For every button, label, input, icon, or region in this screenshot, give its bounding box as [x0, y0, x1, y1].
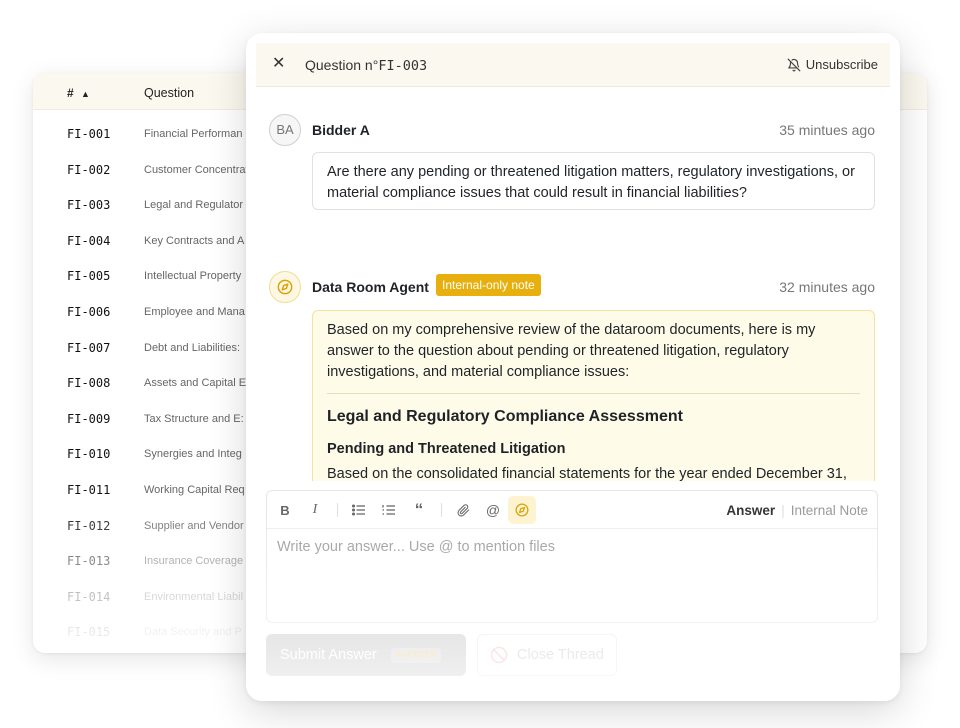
question-title: Legal and Regulator [144, 199, 244, 212]
message-body: Based on my comprehensive review of the … [312, 310, 875, 500]
unsubscribe-button[interactable]: Unsubscribe [787, 57, 878, 72]
question-id: FI-014 [67, 589, 111, 604]
question-id: FI-012 [67, 518, 111, 533]
sender-name: Bidder A [312, 122, 370, 138]
question-id: FI-003 [378, 58, 428, 74]
question-id: FI-008 [67, 376, 111, 391]
question-id: FI-004 [67, 233, 111, 248]
question-id: FI-015 [67, 625, 111, 640]
close-icon[interactable]: ✕ [272, 55, 285, 73]
agent-heading: Legal and Regulatory Compliance Assessme… [327, 408, 683, 425]
mode-divider: | [781, 503, 785, 518]
message-body: Are there any pending or threatened liti… [312, 152, 875, 210]
compass-icon[interactable] [508, 496, 536, 524]
question-id: FI-006 [67, 305, 111, 319]
answer-editor: B I “ @ Answer | Internal Note [266, 490, 878, 623]
column-header-number[interactable]: # ▲ [67, 86, 90, 100]
attach-icon[interactable] [449, 496, 477, 524]
question-title: Environmental Liabil [144, 590, 244, 603]
bell-off-icon [787, 58, 801, 71]
reply-mode-switch: Answer | Internal Note [726, 503, 868, 518]
question-title: Employee and Mana [144, 306, 245, 318]
question-id: FI-002 [67, 162, 111, 177]
toolbar-divider [337, 503, 338, 517]
question-title: Working Capital Req [144, 484, 245, 496]
avatar: BA [269, 114, 301, 146]
editor-toolbar: B I “ @ Answer | Internal Note [267, 491, 877, 529]
question-id: FI-009 [67, 411, 111, 426]
close-thread-button[interactable]: Close Thread [477, 634, 617, 676]
question-title: Key Contracts and A [144, 234, 245, 247]
question-id: FI-001 [67, 127, 111, 141]
compass-icon [277, 279, 293, 295]
divider [327, 393, 860, 394]
timestamp: 32 minutes ago [779, 279, 875, 295]
internal-note-badge: Internal-only note [436, 274, 541, 296]
question-title: Intellectual Property [144, 270, 242, 283]
question-thread-modal: ✕ Question n°FI-003 Unsubscribe BA Bidde… [246, 33, 900, 701]
question-id: FI-013 [67, 554, 111, 569]
mention-icon[interactable]: @ [479, 496, 507, 524]
shortcut-badge: ⌘+ENTER [390, 647, 441, 663]
question-id: FI-005 [67, 269, 111, 284]
column-header-question[interactable]: Question [144, 86, 194, 100]
question-id: FI-007 [67, 340, 111, 355]
bullet-list-icon[interactable] [345, 496, 373, 524]
question-title: Debt and Liabilities: [144, 341, 241, 354]
submit-answer-button[interactable]: Submit Answer ⌘+ENTER [266, 634, 466, 676]
ban-icon [490, 646, 508, 664]
mode-internal-note[interactable]: Internal Note [791, 503, 868, 518]
question-title: Financial Performan [144, 128, 243, 140]
quote-icon[interactable]: “ [405, 496, 433, 524]
question-title: Synergies and Integ [144, 448, 242, 461]
chevron-up-icon: ▲ [81, 89, 90, 99]
question-id: FI-011 [67, 483, 111, 497]
toolbar-divider [441, 503, 442, 517]
question-title: Customer Concentrat [144, 163, 249, 176]
modal-header: ✕ Question n°FI-003 Unsubscribe [256, 43, 890, 87]
question-id: FI-010 [67, 447, 111, 462]
agent-subheading: Pending and Threatened Litigation [327, 441, 566, 457]
avatar [269, 271, 301, 303]
timestamp: 35 mintues ago [779, 122, 875, 138]
agent-intro: Based on my comprehensive review of the … [327, 322, 816, 380]
bold-icon[interactable]: B [271, 496, 299, 524]
question-title: Supplier and Vendor [144, 519, 244, 532]
sender-name: Data Room Agent [312, 279, 429, 295]
question-title: Insurance Coverage [144, 555, 244, 568]
question-id: FI-003 [67, 198, 111, 213]
modal-title: Question n°FI-003 [305, 57, 428, 74]
answer-input[interactable] [267, 529, 877, 622]
mode-answer[interactable]: Answer [726, 503, 775, 518]
question-title: Tax Structure and E: [144, 412, 244, 425]
numbered-list-icon[interactable] [375, 496, 403, 524]
question-title: Data Security and P [144, 626, 242, 639]
italic-icon[interactable]: I [301, 496, 329, 524]
question-title: Assets and Capital E [144, 377, 247, 390]
